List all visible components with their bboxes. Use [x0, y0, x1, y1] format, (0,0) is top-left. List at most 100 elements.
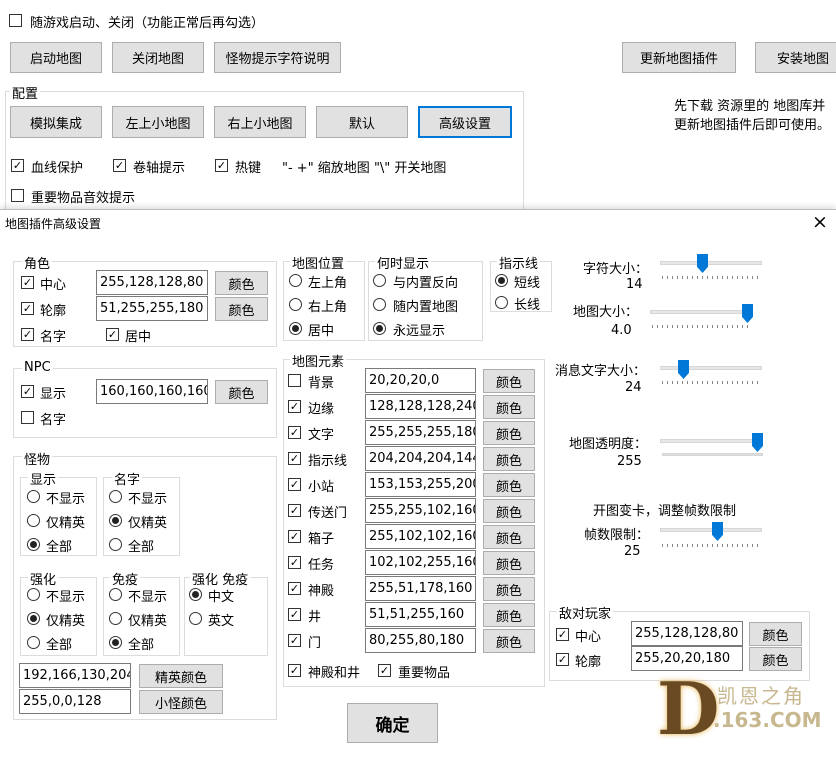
element-checkbox[interactable]: ✓ [288, 426, 301, 439]
update-plugin-button[interactable]: 更新地图插件 [622, 42, 736, 73]
element-checkbox[interactable]: ✓ [288, 608, 301, 621]
element-color-button[interactable]: 颜色 [483, 447, 535, 471]
pos-top-right-radio[interactable] [289, 298, 302, 311]
element-value-input[interactable]: 128,128,128,240 [365, 394, 476, 419]
npc-name-checkbox[interactable] [21, 411, 34, 424]
when-follow-radio[interactable] [373, 298, 386, 311]
element-value-input[interactable]: 102,102,255,160 [365, 550, 476, 575]
guide-short-radio[interactable] [495, 274, 508, 287]
enemy-outline-color-button[interactable]: 颜色 [749, 647, 802, 671]
ok-button[interactable]: 确定 [347, 703, 438, 743]
advanced-settings-button[interactable]: 高级设置 [418, 106, 512, 138]
element-checkbox[interactable] [288, 374, 301, 387]
close-icon[interactable]: × [812, 211, 828, 233]
name-all-radio[interactable] [109, 538, 122, 551]
element-color-button[interactable]: 颜色 [483, 525, 535, 549]
element-checkbox[interactable]: ✓ [288, 400, 301, 413]
display-none-radio[interactable] [27, 490, 40, 503]
lang-cn-radio[interactable] [189, 588, 202, 601]
immune-elite-radio[interactable] [109, 612, 122, 625]
install-map-button[interactable]: 安装地图 [755, 42, 836, 73]
element-value-input[interactable]: 255,102,102,160 [365, 524, 476, 549]
npc-show-input[interactable]: 160,160,160,160 [96, 379, 208, 404]
top-right-minimap-button[interactable]: 右上小地图 [214, 106, 306, 138]
strong-none-radio[interactable] [27, 588, 40, 601]
font-size-track[interactable] [660, 261, 762, 265]
element-value-input[interactable]: 255,51,178,160 [365, 576, 476, 601]
role-center-checkbox[interactable]: ✓ [21, 276, 34, 289]
hotkey-checkbox[interactable]: ✓ [215, 159, 228, 172]
pos-top-left-radio[interactable] [289, 274, 302, 287]
role-outline-color-button[interactable]: 颜色 [215, 297, 268, 321]
elite-color-button[interactable]: 精英颜色 [139, 664, 223, 688]
element-color-button[interactable]: 颜色 [483, 629, 535, 653]
role-outline-checkbox[interactable]: ✓ [21, 302, 34, 315]
element-checkbox[interactable]: ✓ [288, 634, 301, 647]
monster-hint-button[interactable]: 怪物提示字符说明 [214, 42, 341, 73]
strong-elite-radio[interactable] [27, 612, 40, 625]
element-checkbox[interactable]: ✓ [288, 556, 301, 569]
start-map-button[interactable]: 启动地图 [10, 42, 102, 73]
element-value-input[interactable]: 255,255,255,180 [365, 420, 476, 445]
name-elite-radio[interactable] [109, 514, 122, 527]
element-color-button[interactable]: 颜色 [483, 421, 535, 445]
enemy-center-input[interactable]: 255,128,128,80 [631, 621, 743, 646]
element-checkbox[interactable]: ✓ [288, 582, 301, 595]
element-value-input[interactable]: 153,153,255,200 [365, 472, 476, 497]
minion-color-button[interactable]: 小怪颜色 [139, 690, 223, 714]
element-value-input[interactable]: 204,204,204,144 [365, 446, 476, 471]
lang-en-radio[interactable] [189, 612, 202, 625]
element-color-button[interactable]: 颜色 [483, 603, 535, 627]
immune-none-radio[interactable] [109, 588, 122, 601]
element-color-button[interactable]: 颜色 [483, 369, 535, 393]
scroll-hint-checkbox[interactable]: ✓ [113, 159, 126, 172]
enemy-outline-checkbox[interactable]: ✓ [556, 653, 569, 666]
close-map-button[interactable]: 关闭地图 [112, 42, 204, 73]
fps-track[interactable] [660, 528, 762, 532]
when-always-radio[interactable] [373, 322, 386, 335]
elite-color-input[interactable]: 192,166,130,204 [19, 663, 131, 688]
enemy-center-checkbox[interactable]: ✓ [556, 628, 569, 641]
role-center-input[interactable]: 255,128,128,80 [96, 270, 208, 295]
top-left-minimap-button[interactable]: 左上小地图 [112, 106, 204, 138]
guide-long-radio[interactable] [495, 296, 508, 309]
element-value-input[interactable]: 255,255,102,160 [365, 498, 476, 523]
name-none-radio[interactable] [109, 490, 122, 503]
display-all-radio[interactable] [27, 538, 40, 551]
element-color-button[interactable]: 颜色 [483, 577, 535, 601]
npc-color-button[interactable]: 颜色 [215, 380, 268, 404]
role-outline-input[interactable]: 51,255,255,180 [96, 296, 208, 321]
shrine-well-checkbox[interactable]: ✓ [288, 664, 301, 677]
when-opposite-radio[interactable] [373, 274, 386, 287]
role-center-color-button[interactable]: 颜色 [215, 271, 268, 295]
role-centered-checkbox[interactable]: ✓ [106, 328, 119, 341]
simulate-button[interactable]: 模拟集成 [10, 106, 102, 138]
element-color-button[interactable]: 颜色 [483, 551, 535, 575]
element-checkbox[interactable]: ✓ [288, 530, 301, 543]
opacity-track[interactable] [660, 439, 763, 443]
element-color-button[interactable]: 颜色 [483, 395, 535, 419]
hp-protect-checkbox[interactable]: ✓ [11, 159, 24, 172]
element-value-input[interactable]: 20,20,20,0 [365, 368, 476, 393]
sync-checkbox[interactable] [9, 14, 22, 27]
element-checkbox[interactable]: ✓ [288, 504, 301, 517]
strong-all-radio[interactable] [27, 636, 40, 649]
immune-all-radio[interactable] [109, 636, 122, 649]
role-name-checkbox[interactable]: ✓ [21, 328, 34, 341]
display-elite-radio[interactable] [27, 514, 40, 527]
element-color-button[interactable]: 颜色 [483, 499, 535, 523]
default-button[interactable]: 默认 [316, 106, 408, 138]
minion-color-input[interactable]: 255,0,0,128 [19, 689, 131, 714]
enemy-center-color-button[interactable]: 颜色 [749, 622, 802, 646]
element-color-button[interactable]: 颜色 [483, 473, 535, 497]
pos-center-radio[interactable] [289, 322, 302, 335]
npc-show-checkbox[interactable]: ✓ [21, 385, 34, 398]
element-value-input[interactable]: 51,51,255,160 [365, 602, 476, 627]
msg-size-track[interactable] [660, 366, 762, 370]
element-checkbox[interactable]: ✓ [288, 478, 301, 491]
important-item-checkbox[interactable]: ✓ [378, 664, 391, 677]
map-size-track[interactable] [650, 310, 753, 314]
element-checkbox[interactable]: ✓ [288, 452, 301, 465]
sound-checkbox[interactable] [11, 189, 24, 202]
element-value-input[interactable]: 80,255,80,180 [365, 628, 476, 653]
